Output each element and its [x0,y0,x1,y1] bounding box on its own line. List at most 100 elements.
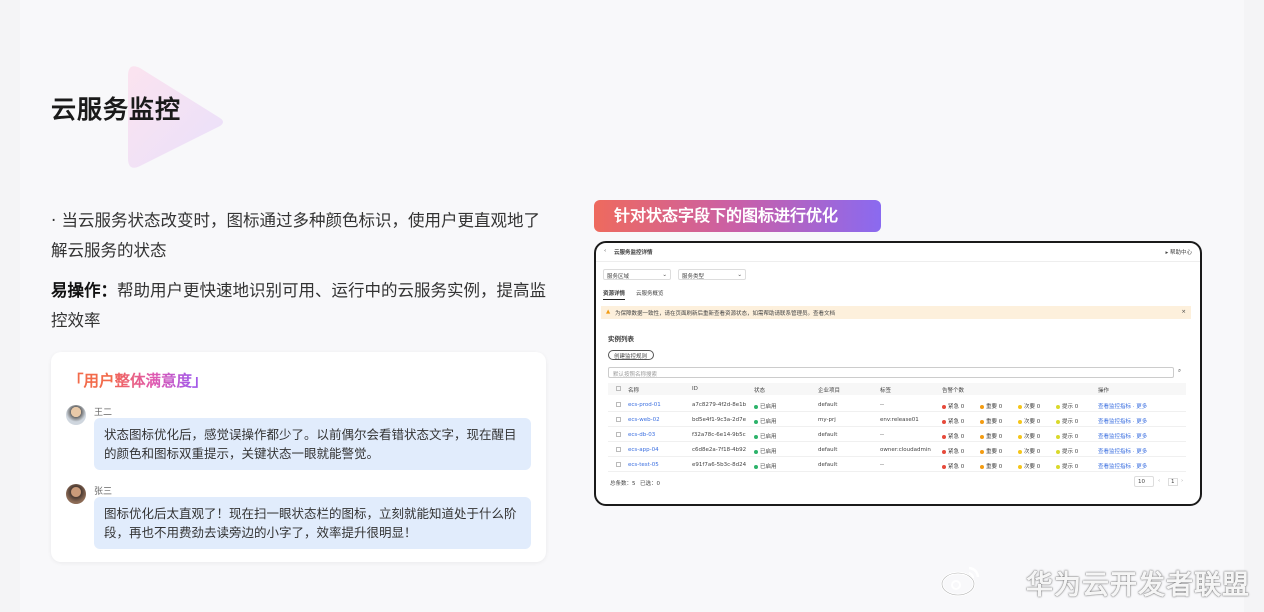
warning-text: 为保障数据一致性，请在页面刷新后重新查看资源状态，如需帮助请联系管理员。查看文档 [615,311,836,317]
title-close: 」 [192,372,208,390]
table-row[interactable]: ecs-test-05 e91f7a6-5b3c-8d24 已启用 default --… [608,457,1186,472]
col-alarms: 告警个数 [942,388,965,394]
row-checkbox[interactable] [616,417,621,422]
alarm-count: 次要 0 [1018,402,1040,410]
alarm-count: 紧急 0 [942,462,964,470]
row-ops-link[interactable]: 查看监控指标 · 更多 [1098,402,1147,410]
screen-header: ‹ 云服务监控详情 ▸ 帮助中心 [596,243,1200,262]
tag-cell: -- [880,462,884,468]
alarm-dot-icon [980,404,984,409]
instance-name-link[interactable]: ecs-test-05 [628,462,659,468]
alarm-dot-icon [980,464,984,469]
table-row[interactable]: ecs-prod-01 a7c8279-4f2d-8e1b 已启用 default --… [608,397,1186,412]
search-icon[interactable]: ⌕ [1178,368,1181,375]
help-link[interactable]: ▸ 帮助中心 [1165,248,1192,256]
table-row[interactable]: ecs-app-04 c6d8e2a-7f18-4b92 已启用 default own… [608,442,1186,457]
tab-resource[interactable]: 资源详情 [603,289,626,300]
avatar [66,405,86,425]
status-icon [754,464,758,469]
alarm-dot-icon [942,404,946,409]
alarm-count: 重要 0 [980,432,1002,440]
instance-id: e91f7a6-5b3c-8d24 [692,462,747,468]
tab-overview[interactable]: 云服务概览 [636,289,664,297]
feedback-title: 「用户整体满意度」 [68,369,208,391]
status-cell: 已启用 [754,447,777,455]
back-icon[interactable]: ‹ [604,248,606,254]
page-number[interactable]: 1 [1168,478,1178,486]
comment-user: 王二 [94,408,113,418]
page-size-select[interactable]: 10 [1134,476,1154,487]
project-cell: default [818,462,838,468]
type-select[interactable]: 服务类型 ⌄ [678,269,746,280]
col-status: 状态 [754,388,766,394]
alarm-count: 提示 0 [1056,402,1078,410]
row-checkbox[interactable] [616,402,621,407]
status-cell: 已启用 [754,432,777,440]
col-tag: 标签 [880,388,892,394]
row-ops-link[interactable]: 查看监控指标 · 更多 [1098,432,1147,440]
col-name: 名称 [628,388,640,394]
avatar [66,484,86,504]
ease-label: 易操作： [51,281,117,300]
status-cell: 已启用 [754,462,777,470]
instance-name-link[interactable]: ecs-app-04 [628,447,659,453]
row-ops-link[interactable]: 查看监控指标 · 更多 [1098,417,1147,425]
alarm-count: 重要 0 [980,447,1002,455]
instance-name-link[interactable]: ecs-web-02 [628,417,660,423]
feedback-card: 「用户整体满意度」 王二 状态图标优化后，感觉误操作都少了。以前偶尔会看错状态文… [51,352,546,562]
alarm-dot-icon [1018,449,1022,454]
alarm-count: 次要 0 [1018,417,1040,425]
row-checkbox[interactable] [616,447,621,452]
alarm-count: 紧急 0 [942,402,964,410]
bullet-text: · 当云服务状态改变时，图标通过多种颜色标识，使用户更直观地了解云服务的状态 [51,211,540,260]
alarm-dot-icon [942,419,946,424]
instance-id: a7c8279-4f2d-8e1b [692,402,747,408]
screen-title: 云服务监控详情 [614,250,653,256]
alarm-dot-icon [980,434,984,439]
project-cell: default [818,432,838,438]
alarm-count: 重要 0 [980,417,1002,425]
project-cell: default [818,402,838,408]
footer-selected: 已选：0 [640,481,660,487]
ease-body: 帮助用户更快速地识别可用、运行中的云服务实例，提高监控效率 [51,281,546,330]
alarm-count: 提示 0 [1056,447,1078,455]
alarm-dot-icon [980,449,984,454]
col-id: ID [692,386,698,392]
chevron-down-icon: ⌄ [737,272,742,278]
ease-text: 易操作：帮助用户更快速地识别可用、运行中的云服务实例，提高监控效率 [51,276,556,336]
search-input[interactable]: 默认按照名称搜索 [608,367,1174,378]
alarm-dot-icon [942,434,946,439]
create-rule-button[interactable]: 创建监控规则 [608,350,654,360]
optimization-tag: 针对状态字段下的图标进行优化 [594,200,881,232]
table-header: 名称 ID 状态 企业项目 标签 告警个数 操作 [608,383,1186,395]
instance-id: bd5e4f1-9c3a-2d7e [692,417,747,423]
table-row[interactable]: ecs-web-02 bd5e4f1-9c3a-2d7e 已启用 my-prj env:… [608,412,1186,427]
table-row[interactable]: ecs-db-03 f32a78c-6e14-9b5c 已启用 default -- 紧急… [608,427,1186,442]
row-checkbox[interactable] [616,462,621,467]
alarm-count: 重要 0 [980,402,1002,410]
prev-page-icon[interactable]: ‹ [1158,478,1160,484]
status-icon [754,419,758,424]
title-user: 用户 [83,372,115,390]
row-checkbox[interactable] [616,432,621,437]
comment-bubble: 状态图标优化后，感觉误操作都少了。以前偶尔会看错状态文字，现在醒目的颜色和图标双… [94,418,531,470]
status-icon [754,404,758,409]
instance-name-link[interactable]: ecs-prod-01 [628,402,661,408]
alarm-count: 紧急 0 [942,447,964,455]
alarm-dot-icon [1018,464,1022,469]
project-cell: my-prj [818,417,836,423]
alarm-count: 提示 0 [1056,462,1078,470]
region-select[interactable]: 服务区域 ⌄ [603,269,671,280]
close-icon[interactable]: × [1181,309,1186,315]
row-ops-link[interactable]: 查看监控指标 · 更多 [1098,447,1147,455]
screenshot-frame: ‹ 云服务监控详情 ▸ 帮助中心 服务区域 ⌄ 服务类型 ⌄ 资源详情 云服务概览 … [594,241,1202,506]
next-page-icon[interactable]: › [1181,478,1183,484]
instance-name-link[interactable]: ecs-db-03 [628,432,655,438]
title-open: 「 [68,372,84,390]
footer-total: 总条数：5 [610,481,636,487]
select-all-checkbox[interactable] [616,386,621,391]
list-title: 实例列表 [608,335,634,343]
alarm-dot-icon [1056,464,1060,469]
alarm-dot-icon [1056,404,1060,409]
row-ops-link[interactable]: 查看监控指标 · 更多 [1098,462,1147,470]
